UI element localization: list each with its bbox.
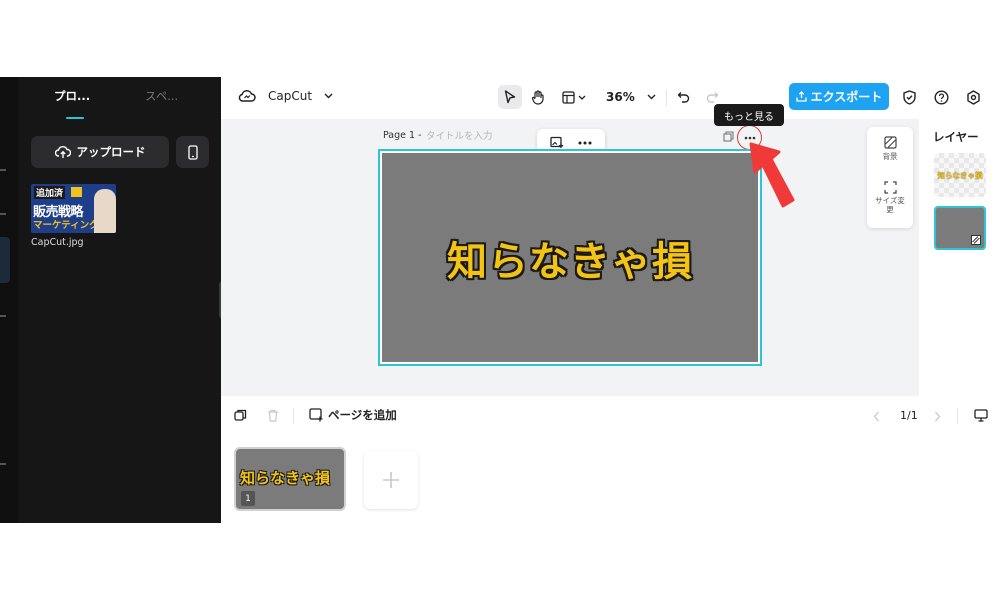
assets-panel: プロ... スペ... アップロード 追加済 販売戦略 マーケティング CapC… <box>18 77 221 523</box>
upload-button[interactable]: アップロード <box>31 136 169 168</box>
phone-icon <box>187 144 198 160</box>
settings-button[interactable] <box>961 85 985 109</box>
select-tool-button[interactable] <box>498 85 522 109</box>
slide-headline[interactable]: 知らなきゃ損 <box>447 229 693 287</box>
chevron-right-icon[interactable] <box>934 411 941 422</box>
layout-menu-button[interactable] <box>559 85 589 109</box>
add-page-thumbnail[interactable] <box>364 451 418 509</box>
phone-upload-button[interactable] <box>176 136 209 168</box>
presentation-icon[interactable] <box>974 409 988 422</box>
redo-icon <box>706 92 718 103</box>
zoom-level[interactable]: 36% <box>606 90 635 104</box>
red-arrow-annotation <box>749 142 795 208</box>
export-button[interactable]: エクスポート <box>789 83 889 110</box>
active-tab-indicator <box>66 117 84 119</box>
hand-icon <box>531 89 544 105</box>
upload-label: アップロード <box>76 145 146 159</box>
resize-label: サイズ変更 <box>875 196 905 214</box>
more-icon <box>744 136 755 139</box>
shield-button[interactable] <box>897 85 921 109</box>
resize-tool[interactable]: サイズ変更 <box>867 181 913 214</box>
canvas-area: Page 1 - 知らなきゃ損 背景 サイズ変更 <box>221 119 919 396</box>
help-button[interactable] <box>929 85 953 109</box>
layer-item-text[interactable]: 知らなきゃ損 <box>934 153 986 197</box>
toolbar-divider <box>957 408 958 424</box>
layout-icon <box>562 90 575 104</box>
project-name: CapCut <box>268 89 313 103</box>
pages-toolbar: ページを追加 1/1 <box>221 396 1000 436</box>
export-label: エクスポート <box>810 90 883 104</box>
chevron-left-icon[interactable] <box>873 411 880 422</box>
rail-item[interactable] <box>0 213 6 215</box>
layers-title: レイヤー <box>933 130 979 144</box>
nav-rail <box>0 77 18 523</box>
more-tooltip: もっと見る <box>714 104 784 126</box>
tab-project[interactable]: プロ... <box>54 88 90 104</box>
page-number-badge: 1 <box>241 491 255 506</box>
page-thumbnail-text: 知らなきゃ損 <box>240 469 331 487</box>
copy-page-icon[interactable] <box>234 409 247 422</box>
shield-icon <box>902 89 916 105</box>
resize-icon <box>883 181 897 194</box>
chevron-down-icon <box>647 94 655 100</box>
thumb-text-sub: マーケティング <box>33 220 99 231</box>
rail-item[interactable] <box>0 169 6 171</box>
plus-icon <box>383 472 399 488</box>
project-menu[interactable]: CapCut <box>238 89 333 103</box>
canvas-background[interactable]: 知らなきゃ損 <box>382 153 758 362</box>
page-label: Page 1 - <box>383 130 422 141</box>
thumb-person-image <box>94 189 116 233</box>
layers-panel: レイヤー 知らなきゃ損 <box>919 119 1000 396</box>
layer-text-preview: 知らなきゃ損 <box>937 170 983 180</box>
background-tool[interactable]: 背景 <box>867 136 913 162</box>
add-page-icon <box>309 408 323 422</box>
top-toolbar: CapCut 36% エクスポート <box>221 77 1000 119</box>
page-actions <box>723 131 734 142</box>
image-add-icon[interactable] <box>550 136 564 149</box>
undo-button[interactable] <box>671 85 695 109</box>
page-title-input[interactable] <box>426 128 506 144</box>
asset-thumbnail[interactable]: 追加済 販売戦略 マーケティング <box>31 184 116 233</box>
chevron-down-icon <box>324 93 333 99</box>
page-thumbnail[interactable]: 知らなきゃ損 1 <box>234 447 346 511</box>
toolbar-divider <box>666 90 667 106</box>
tab-space[interactable]: スペ... <box>145 88 178 104</box>
cursor-icon <box>504 90 516 104</box>
add-page-label: ページを追加 <box>328 408 397 422</box>
page-counter: 1/1 <box>900 409 918 422</box>
zoom-dropdown[interactable] <box>639 85 663 109</box>
cloud-icon <box>238 90 256 102</box>
chevron-down-icon <box>578 95 586 100</box>
gear-icon <box>966 89 980 105</box>
background-label: 背景 <box>882 152 898 161</box>
asset-filename: CapCut.jpg <box>31 237 84 248</box>
tooltip-text: もっと見る <box>724 111 774 123</box>
background-icon <box>971 235 981 245</box>
background-icon <box>883 136 897 149</box>
thumb-text-top: 追加済 <box>34 186 66 199</box>
add-page-button[interactable]: ページを追加 <box>309 407 397 423</box>
rail-item[interactable] <box>0 315 6 317</box>
thumb-badge <box>71 187 82 197</box>
cloud-upload-icon <box>54 146 71 158</box>
page-thumbnail-strip: 知らなきゃ損 1 <box>221 436 1000 523</box>
capcut-app: プロ... スペ... アップロード 追加済 販売戦略 マーケティング CapC… <box>0 77 1000 523</box>
rail-item-active[interactable] <box>0 237 10 283</box>
trash-icon[interactable] <box>267 409 279 422</box>
page-side-tools: 背景 サイズ変更 <box>867 127 913 228</box>
hand-tool-button[interactable] <box>526 85 550 109</box>
rail-item[interactable] <box>0 463 6 465</box>
more-icon[interactable] <box>578 141 592 145</box>
undo-icon <box>677 92 689 103</box>
help-icon <box>933 89 949 105</box>
export-icon <box>796 91 807 102</box>
toolbar-divider <box>293 408 294 424</box>
duplicate-page-icon[interactable] <box>723 131 734 142</box>
layer-item-background[interactable] <box>934 206 986 250</box>
canvas-page[interactable]: 知らなきゃ損 <box>378 149 762 366</box>
